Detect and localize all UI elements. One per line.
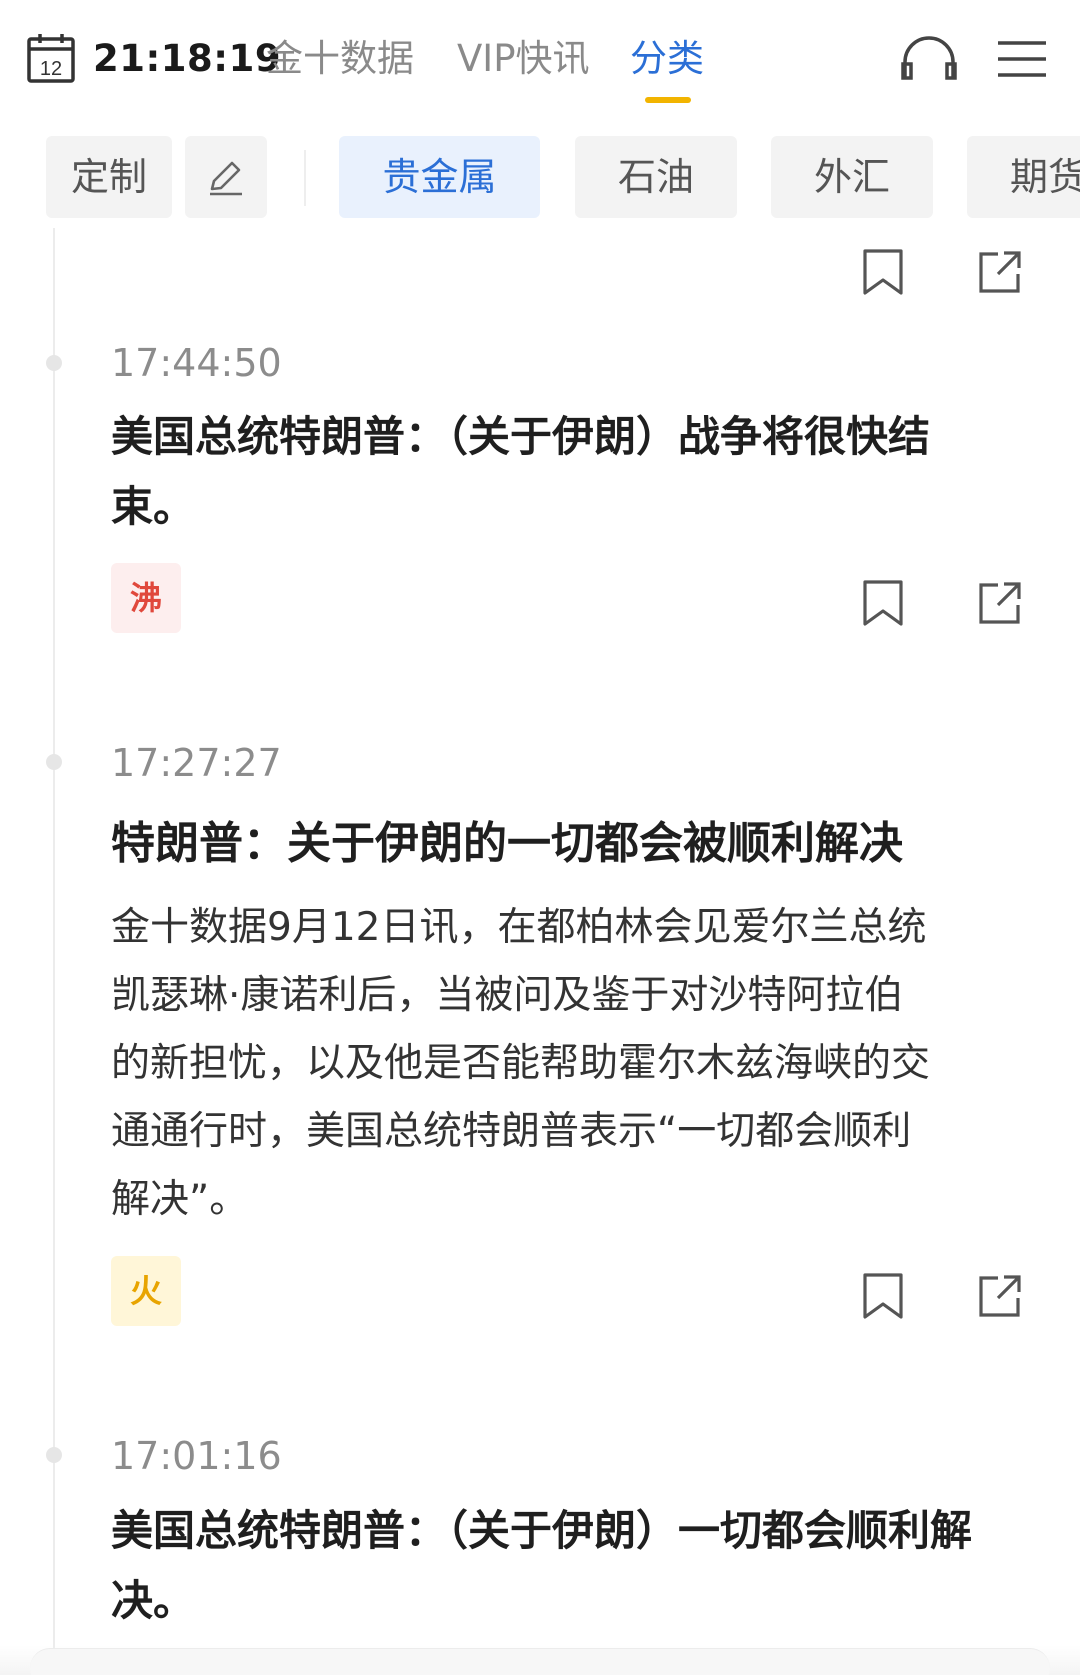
share-icon[interactable]	[978, 250, 1022, 298]
active-tab-indicator	[645, 97, 691, 103]
news-time: 17:27:27	[111, 741, 282, 785]
news-headline[interactable]: 美国总统特朗普：（关于伊朗）战争将很快结	[111, 402, 1021, 472]
tab-vip-news[interactable]: VIP快讯	[457, 34, 590, 84]
headphones-icon[interactable]	[900, 34, 958, 84]
chip-oil[interactable]: 石油	[575, 136, 737, 218]
bookmark-icon[interactable]	[862, 248, 904, 300]
news-body-line: 凯瑟琳·康诺利后，当被问及鉴于对沙特阿拉伯	[111, 973, 904, 1018]
news-headline[interactable]: 特朗普：关于伊朗的一切都会被顺利解决	[111, 809, 1021, 879]
top-header: 12 21:18:19 金十数据 VIP快讯 分类	[0, 0, 1080, 120]
share-icon[interactable]	[978, 1274, 1022, 1322]
menu-icon[interactable]	[998, 40, 1046, 82]
custom-chip[interactable]: 定制	[46, 136, 172, 218]
chip-divider	[304, 150, 306, 206]
tab-jin10-data[interactable]: 金十数据	[266, 34, 414, 84]
timeline-dot	[46, 355, 62, 371]
news-body-line: 金十数据9月12日讯，在都柏林会见爱尔兰总统	[111, 905, 927, 950]
category-bar: 定制 贵金属 石油 外汇 期货	[0, 136, 1080, 220]
current-time: 21:18:19	[93, 37, 282, 80]
share-icon[interactable]	[978, 581, 1022, 629]
timeline-dot	[46, 754, 62, 770]
news-headline-cont[interactable]: 决。	[111, 1566, 1021, 1636]
news-headline[interactable]: 美国总统特朗普：（关于伊朗）一切都会顺利解	[111, 1496, 1021, 1566]
tab-category[interactable]: 分类	[630, 34, 704, 84]
bookmark-icon[interactable]	[862, 1272, 904, 1324]
calendar-icon[interactable]: 12	[27, 33, 75, 83]
news-headline-cont[interactable]: 束。	[111, 472, 1021, 542]
fire-badge: 火	[111, 1256, 181, 1326]
news-body-line: 通通行时，美国总统特朗普表示“一切都会顺利	[111, 1109, 912, 1154]
hot-badge: 沸	[111, 563, 181, 633]
calendar-day: 12	[40, 58, 62, 80]
chip-futures[interactable]: 期货	[967, 136, 1080, 218]
news-body-line: 的新担忧，以及他是否能帮助霍尔木兹海峡的交	[111, 1041, 931, 1086]
chip-precious-metals[interactable]: 贵金属	[339, 136, 540, 218]
edit-categories-button[interactable]	[185, 136, 267, 218]
news-body-line: 解决”。	[111, 1177, 249, 1222]
bookmark-icon[interactable]	[862, 579, 904, 631]
pencil-icon	[210, 161, 242, 196]
bottom-bar	[30, 1648, 1050, 1675]
timeline-dot	[46, 1447, 62, 1463]
chip-forex[interactable]: 外汇	[771, 136, 933, 218]
news-time: 17:01:16	[111, 1434, 282, 1478]
news-time: 17:44:50	[111, 341, 282, 385]
